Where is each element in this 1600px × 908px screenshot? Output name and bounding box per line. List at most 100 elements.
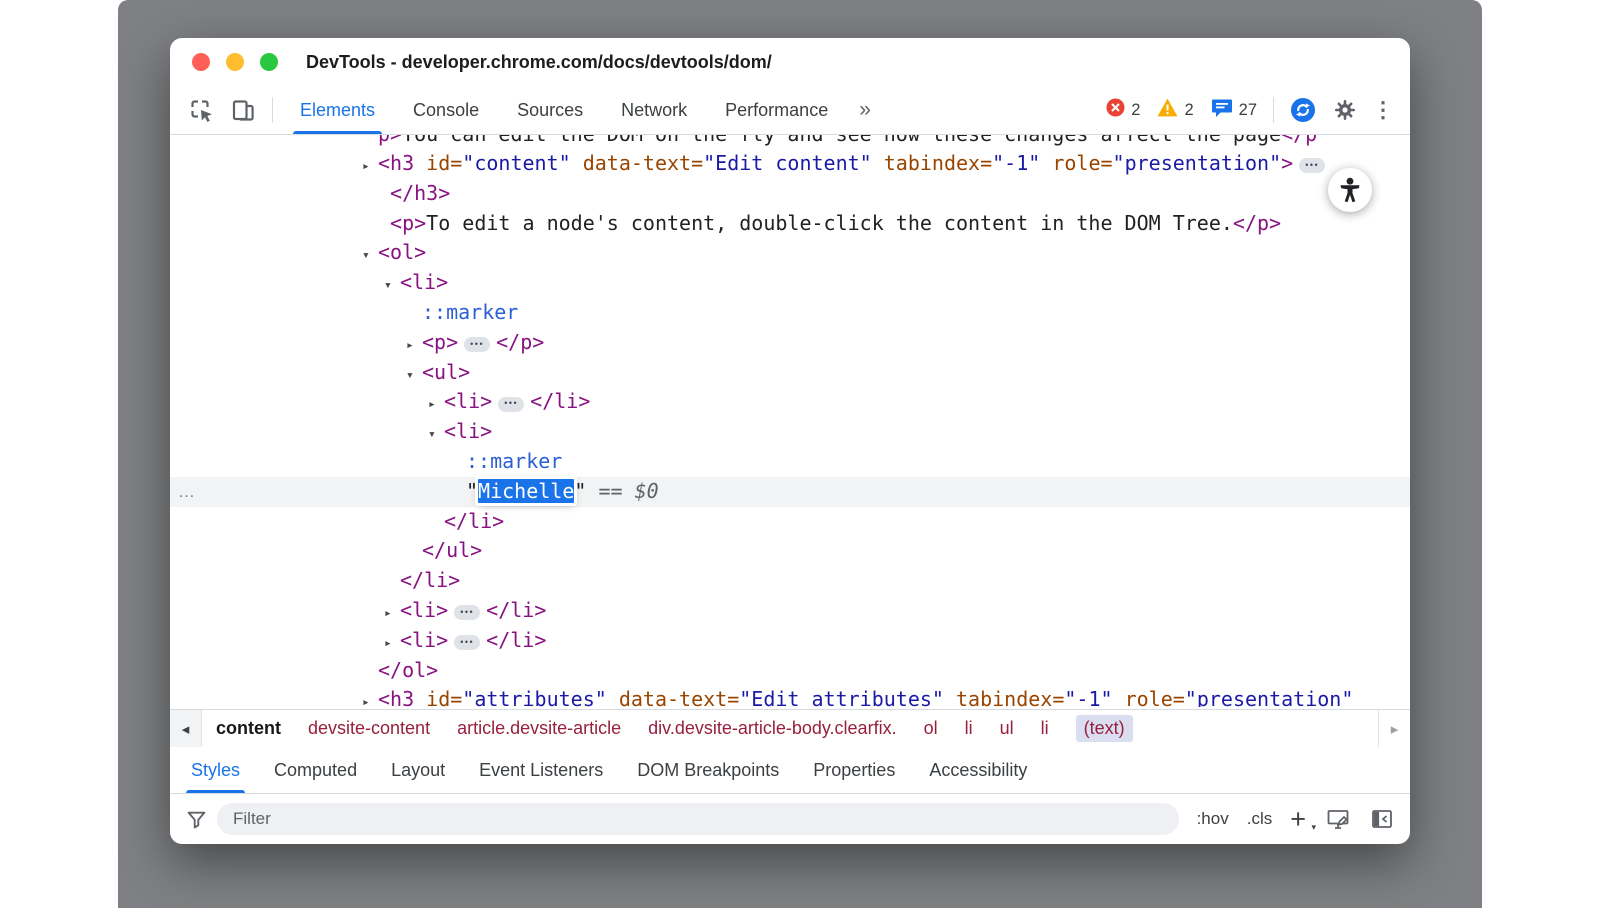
dom-node-attr: tabindex= <box>944 687 1064 707</box>
dom-node-tag: </li> <box>400 568 460 592</box>
dom-tree-row[interactable]: </li> <box>170 507 1410 537</box>
tab-performance[interactable]: Performance <box>706 86 847 134</box>
screenshot-stage: DevTools - developer.chrome.com/docs/dev… <box>0 0 1600 908</box>
breadcrumb-item[interactable]: content <box>216 718 281 739</box>
dom-tree-row[interactable]: ▾<li> <box>170 268 1410 298</box>
issues-badge[interactable]: 27 <box>1211 86 1257 134</box>
dom-node-tag: p> <box>378 135 402 146</box>
collapse-arrow-icon[interactable]: ▾ <box>384 271 400 301</box>
dom-node-tag: <h3 <box>378 151 414 175</box>
collapse-arrow-icon[interactable]: ▾ <box>406 361 422 391</box>
tab-properties[interactable]: Properties <box>796 747 912 793</box>
dom-node-val: "presentation" <box>1185 687 1354 707</box>
expand-ellipsis-icon[interactable]: ••• <box>498 397 524 412</box>
tab-styles[interactable]: Styles <box>174 747 257 793</box>
tab-sources[interactable]: Sources <box>498 86 602 134</box>
dom-tree-row[interactable]: ▸<li>•••</li> <box>170 626 1410 656</box>
dom-node-val: "Edit attributes" <box>739 687 944 707</box>
dom-tree-row[interactable]: ::marker <box>170 298 1410 328</box>
dom-tree-row[interactable]: ▸<h3 id="content" data-text="Edit conten… <box>170 149 1410 179</box>
expand-ellipsis-icon[interactable]: ••• <box>1299 158 1325 173</box>
console-warnings-badge[interactable]: 2 <box>1157 86 1193 134</box>
expand-ellipsis-icon[interactable]: ••• <box>464 337 490 352</box>
dom-node-val: "Edit content" <box>703 151 872 175</box>
minimize-window-button[interactable] <box>226 53 244 71</box>
toggle-sidebar-icon[interactable] <box>1370 808 1394 830</box>
dom-tree-row[interactable]: ▸<h3 id="attributes" data-text="Edit att… <box>170 685 1410 707</box>
dom-tree-row[interactable]: ▸<li>•••</li> <box>170 596 1410 626</box>
dom-node-attr: data-text= <box>607 687 739 707</box>
dom-tree-row[interactable]: ▾<ol> <box>170 238 1410 268</box>
rendering-emulation-icon[interactable] <box>1326 808 1350 831</box>
dom-node-tag: </p> <box>496 330 544 354</box>
tab-dom-breakpoints[interactable]: DOM Breakpoints <box>620 747 796 793</box>
warning-icon <box>1157 98 1178 122</box>
dom-tree-row[interactable]: ▾<li> <box>170 417 1410 447</box>
breadcrumb-item[interactable]: ol <box>924 718 938 739</box>
inspect-element-icon[interactable] <box>180 86 222 134</box>
dom-tree-row[interactable]: </ol> <box>170 656 1410 686</box>
dom-node-val: "content" <box>462 151 570 175</box>
breadcrumb-scroll-right-icon[interactable]: ▸ <box>1378 710 1410 747</box>
expand-ellipsis-icon[interactable]: ••• <box>454 605 480 620</box>
tab-console[interactable]: Console <box>394 86 498 134</box>
more-tabs-icon[interactable]: » <box>847 86 883 134</box>
expand-ellipsis-icon[interactable]: ••• <box>454 635 480 650</box>
breadcrumb-item[interactable]: li <box>965 718 973 739</box>
breadcrumb-item[interactable]: li <box>1041 718 1049 739</box>
dom-tree-row[interactable]: </h3> <box>170 179 1410 209</box>
tab-event-listeners[interactable]: Event Listeners <box>462 747 620 793</box>
dom-node-tag: <p> <box>378 211 426 235</box>
breadcrumb-item[interactable]: ul <box>1000 718 1014 739</box>
tab-accessibility[interactable]: Accessibility <box>912 747 1044 793</box>
dom-node-tag: </h3> <box>378 181 450 205</box>
dom-tree-row[interactable]: </ul> <box>170 536 1410 566</box>
dom-tree-row[interactable]: …"Michelle" == $0 <box>170 477 1410 507</box>
issues-message-icon <box>1211 98 1233 123</box>
zoom-window-button[interactable] <box>260 53 278 71</box>
styles-filter-input[interactable] <box>217 803 1179 835</box>
expand-arrow-icon[interactable]: ▸ <box>406 331 422 361</box>
close-window-button[interactable] <box>192 53 210 71</box>
new-style-rule-icon[interactable]: + ▾ <box>1290 806 1306 833</box>
expand-arrow-icon[interactable]: ▸ <box>362 152 378 182</box>
dom-node-attr: role= <box>1113 687 1185 707</box>
expand-arrow-icon[interactable]: ▸ <box>384 629 400 659</box>
breadcrumb-item[interactable]: (text) <box>1076 715 1133 742</box>
toggle-element-state-button[interactable]: :hov <box>1197 809 1229 829</box>
dom-tree-row[interactable]: ::marker <box>170 447 1410 477</box>
sync-refresh-icon[interactable] <box>1282 86 1324 134</box>
dom-tree-row[interactable]: ▸<p>•••</p> <box>170 328 1410 358</box>
issues-count: 27 <box>1239 101 1257 120</box>
breadcrumb-item[interactable]: article.devsite-article <box>457 718 621 739</box>
device-toolbar-icon[interactable] <box>222 86 264 134</box>
breadcrumb-scroll-left-icon[interactable]: ◂ <box>170 710 202 747</box>
console-errors-badge[interactable]: 2 <box>1106 86 1140 134</box>
element-classes-button[interactable]: .cls <box>1247 809 1273 829</box>
dom-node-tag: <li> <box>400 270 448 294</box>
devtools-window: DevTools - developer.chrome.com/docs/dev… <box>170 38 1410 844</box>
dom-tree-row[interactable]: <p>To edit a node's content, double-clic… <box>170 209 1410 239</box>
breadcrumb-item[interactable]: devsite-content <box>308 718 430 739</box>
settings-gear-icon[interactable] <box>1324 86 1366 134</box>
dom-node-tag: <ul> <box>422 360 470 384</box>
dom-node-attr: id= <box>414 687 462 707</box>
collapse-arrow-icon[interactable]: ▾ <box>362 241 378 271</box>
dom-tree-row[interactable]: </li> <box>170 566 1410 596</box>
dom-tree-row[interactable]: p>You can edit the DOM on the fly and se… <box>170 135 1410 149</box>
warning-count: 2 <box>1184 101 1193 120</box>
kebab-menu-icon[interactable]: ⋮ <box>1366 86 1400 134</box>
expand-arrow-icon[interactable]: ▸ <box>428 390 444 420</box>
collapse-arrow-icon[interactable]: ▾ <box>428 420 444 450</box>
dom-node-pseudo: ::marker <box>466 449 562 473</box>
breadcrumb-item[interactable]: div.devsite-article-body.clearfix. <box>648 718 896 739</box>
expand-arrow-icon[interactable]: ▸ <box>384 599 400 629</box>
tab-layout[interactable]: Layout <box>374 747 462 793</box>
tab-computed[interactable]: Computed <box>257 747 374 793</box>
dom-tree-row[interactable]: ▸<li>•••</li> <box>170 387 1410 417</box>
tab-network[interactable]: Network <box>602 86 706 134</box>
expand-arrow-icon[interactable]: ▸ <box>362 688 378 707</box>
dom-tree-row[interactable]: ▾<ul> <box>170 358 1410 388</box>
tab-elements[interactable]: Elements <box>281 86 394 134</box>
dom-node-val: "presentation" <box>1113 151 1282 175</box>
